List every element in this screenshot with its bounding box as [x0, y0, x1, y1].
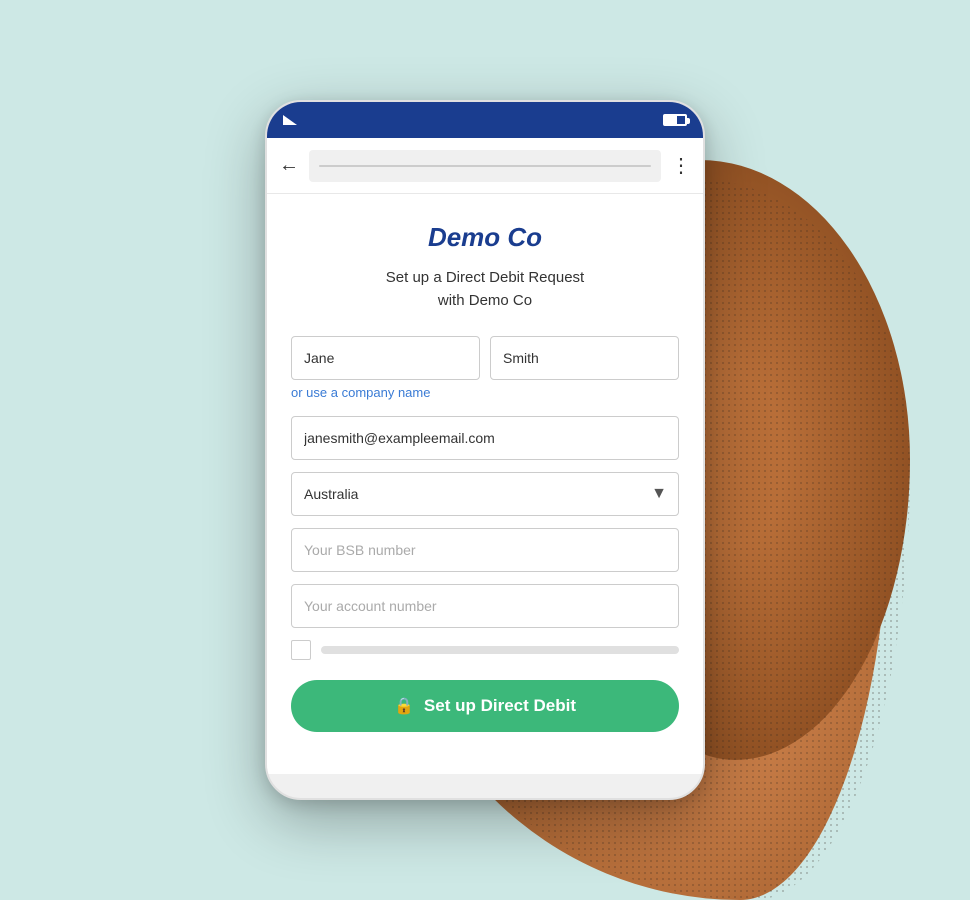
account-group — [291, 584, 679, 628]
lock-icon: 🔒 — [394, 696, 414, 716]
url-bar[interactable] — [309, 150, 661, 182]
name-row — [291, 336, 679, 380]
subtitle-line2: with Demo Co — [438, 292, 532, 309]
browser-bar: ← ⋮ — [267, 138, 703, 194]
checkbox-label — [321, 646, 679, 654]
account-number-input[interactable] — [291, 584, 679, 628]
menu-button[interactable]: ⋮ — [671, 153, 691, 178]
page-subtitle: Set up a Direct Debit Request with Demo … — [291, 267, 679, 312]
signal-icon — [283, 115, 297, 125]
phone-frame: ← ⋮ Demo Co Set up a Direct Debit Reques… — [265, 100, 705, 800]
email-group — [291, 416, 679, 460]
terms-checkbox[interactable] — [291, 640, 311, 660]
bsb-group — [291, 528, 679, 572]
back-button[interactable]: ← — [279, 154, 299, 177]
email-input[interactable] — [291, 416, 679, 460]
country-select-wrapper: Australia New Zealand United Kingdom Uni… — [291, 472, 679, 516]
url-bar-line — [319, 165, 651, 167]
country-group: Australia New Zealand United Kingdom Uni… — [291, 472, 679, 516]
phone-mockup: ← ⋮ Demo Co Set up a Direct Debit Reques… — [265, 100, 705, 800]
status-bar — [267, 102, 703, 138]
first-name-input[interactable] — [291, 336, 480, 380]
battery-fill — [665, 116, 677, 124]
country-select[interactable]: Australia New Zealand United Kingdom Uni… — [291, 472, 679, 516]
submit-label: Set up Direct Debit — [424, 696, 576, 716]
company-name: Demo Co — [291, 222, 679, 253]
form-content: Demo Co Set up a Direct Debit Request wi… — [267, 194, 703, 774]
submit-button[interactable]: 🔒 Set up Direct Debit — [291, 680, 679, 732]
signal-indicator — [283, 115, 297, 125]
bsb-input[interactable] — [291, 528, 679, 572]
battery-icon — [663, 114, 687, 126]
company-name-link[interactable]: or use a company name — [291, 385, 430, 400]
last-name-input[interactable] — [490, 336, 679, 380]
subtitle-line1: Set up a Direct Debit Request — [386, 269, 584, 286]
checkbox-row — [291, 640, 679, 660]
